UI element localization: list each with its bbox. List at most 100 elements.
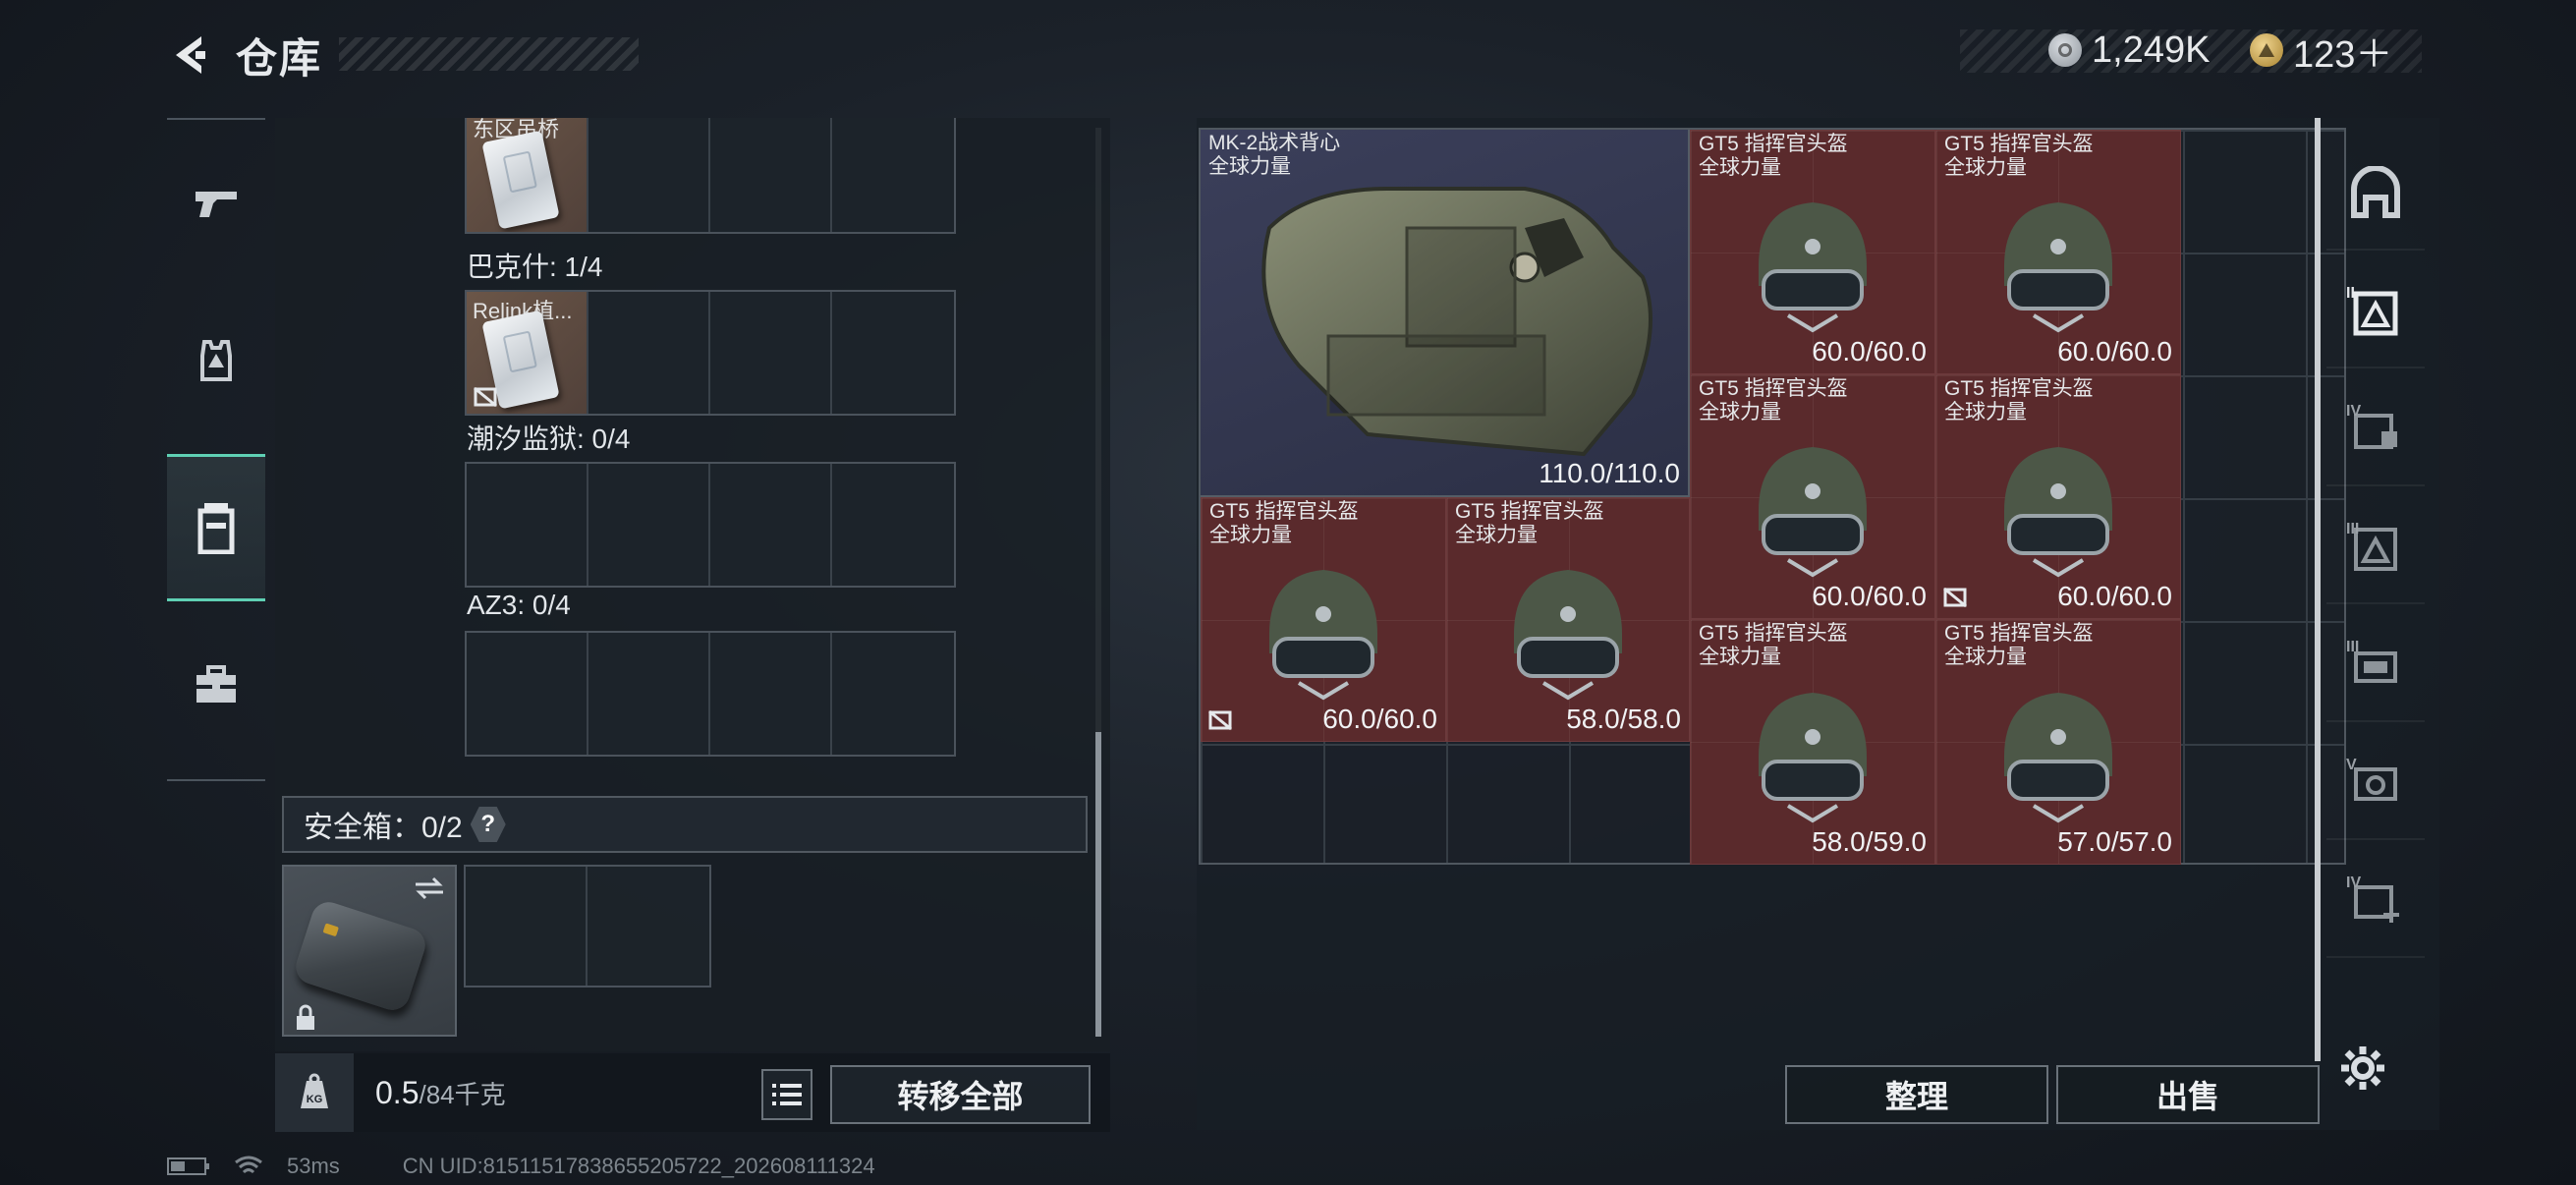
helmet-item[interactable]: GT5 指挥官头盔 全球力量 60.0/60.0: [1935, 374, 2181, 619]
helmet-item[interactable]: GT5 指挥官头盔 全球力量 60.0/60.0: [1690, 130, 1935, 374]
safe-case-icon: [291, 897, 430, 1015]
safebox-item[interactable]: [282, 865, 457, 1037]
safebox-slots: [464, 865, 711, 988]
keycard-icon: [481, 130, 560, 230]
silver-currency[interactable]: 1,249K: [2048, 28, 2210, 73]
tactical-vest-icon: [1261, 187, 1652, 457]
rail-armor[interactable]: [167, 287, 265, 434]
no-insure-icon: [1943, 587, 1967, 608]
rail-backpack[interactable]: [167, 454, 265, 601]
keycard-item[interactable]: 东区吊桥: [467, 118, 588, 232]
status-bar: 53ms CN UID:8151151783865520572​2_202608…: [167, 1152, 875, 1181]
stash-page-4[interactable]: III: [2326, 491, 2425, 604]
safebox-label: 安全箱：0/2: [304, 812, 463, 844]
item-name: GT5 指挥官头盔 全球力量: [1699, 133, 1848, 179]
empty-slot[interactable]: [710, 118, 832, 232]
vest-item[interactable]: MK-2战术背心 全球力量 110.0/110.0: [1201, 130, 1690, 497]
stash-grid: MK-2战术背心 全球力量 110.0/110.0 GT5 指挥官头盔 全球力量 6…: [1199, 128, 2346, 865]
stash-page-rail: II IV III III V IV: [2315, 118, 2425, 1061]
item-durability: 110.0/110.0: [1539, 458, 1680, 488]
empty-slot[interactable]: [467, 633, 588, 755]
empty-slot[interactable]: [467, 464, 588, 586]
svg-text:KG: KG: [307, 1094, 323, 1105]
container-list: 东区吊桥 巴克什: 1/4 Relink植... 潮汐监狱: 0/4 AZ3: …: [275, 118, 1110, 786]
helmet-item[interactable]: GT5 指挥官头盔 全球力量 60.0/60.0: [1935, 130, 2181, 374]
helmet-item[interactable]: GT5 指挥官头盔 全球力量 58.0/59.0: [1690, 619, 1935, 865]
stash-page-5[interactable]: III: [2326, 609, 2425, 722]
empty-slot[interactable]: [710, 633, 832, 755]
container-grid-2: Relink植...: [465, 290, 956, 416]
rail-case[interactable]: [167, 611, 265, 759]
item-durability: 60.0/60.0: [2057, 336, 2172, 367]
stash-box-icon: [2353, 291, 2398, 335]
stash-page-2[interactable]: II: [2326, 255, 2425, 368]
swap-icon: [416, 876, 443, 900]
gold-coin-icon: [2250, 33, 2283, 67]
empty-slot[interactable]: [588, 633, 710, 755]
no-insure-icon: [474, 386, 497, 408]
empty-slot[interactable]: [588, 464, 710, 586]
stash-page-3[interactable]: IV: [2326, 373, 2425, 486]
gold-currency[interactable]: 123＋: [2250, 28, 2392, 76]
item-durability: 60.0/60.0: [1812, 336, 1927, 367]
empty-slot[interactable]: [466, 867, 588, 986]
empty-slot[interactable]: [832, 292, 954, 414]
container-name: 潮汐监狱: 0/4: [467, 423, 631, 454]
backpack-icon: [197, 503, 235, 554]
safehouse-icon: [2351, 165, 2400, 218]
sell-button[interactable]: 出售: [2056, 1065, 2320, 1124]
container-grid-3: [465, 462, 956, 588]
stash-page-6[interactable]: V: [2326, 727, 2425, 840]
rail-weapons[interactable]: [167, 130, 265, 277]
empty-slot[interactable]: [588, 118, 710, 232]
title-decoration: [339, 37, 639, 71]
item-name: GT5 指挥官头盔 全球力量: [1699, 377, 1848, 423]
ping-text: 53ms: [287, 1154, 340, 1178]
list-icon: [772, 1084, 802, 1105]
helmet-rig-icon: [200, 340, 232, 381]
back-arrow-icon[interactable]: [167, 31, 214, 79]
header: 仓库: [167, 28, 322, 83]
helmet-icon: [1759, 447, 1867, 578]
item-name: GT5 指挥官头盔 全球力量: [1455, 500, 1604, 546]
helmet-item[interactable]: GT5 指挥官头盔 全球力量 60.0/60.0: [1201, 497, 1446, 742]
item-durability: 57.0/57.0: [2057, 826, 2172, 857]
helmet-icon: [1759, 692, 1867, 823]
item-name: GT5 指挥官头盔 全球力量: [1699, 622, 1848, 668]
empty-slot[interactable]: [832, 633, 954, 755]
item-name: MK-2战术背心 全球力量: [1208, 132, 1341, 178]
list-view-button[interactable]: [761, 1069, 812, 1120]
uid-text: CN UID:8151151783865520572​2_20260811132…: [402, 1154, 875, 1178]
stash-page-home[interactable]: [2326, 138, 2425, 251]
sort-button[interactable]: 整理: [1785, 1065, 2048, 1124]
keycard-item[interactable]: Relink植...: [467, 292, 588, 414]
helmet-item[interactable]: GT5 指挥官头盔 全球力量 58.0/58.0: [1446, 497, 1690, 742]
item-name: GT5 指挥官头盔 全球力量: [1944, 622, 2094, 668]
helmet-item[interactable]: GT5 指挥官头盔 全球力量 57.0/57.0: [1935, 619, 2181, 865]
empty-slot[interactable]: [588, 292, 710, 414]
container-grid-1: 东区吊桥: [465, 118, 956, 234]
briefcase-icon: [196, 665, 236, 703]
lock-icon: [297, 1004, 314, 1030]
stash-page-7[interactable]: IV: [2326, 845, 2425, 958]
helmet-icon: [2004, 447, 2112, 578]
helmet-icon: [1514, 570, 1622, 701]
pistol-icon: [196, 192, 237, 217]
empty-slot[interactable]: [832, 118, 954, 232]
page-title: 仓库: [236, 34, 323, 82]
helmet-item[interactable]: GT5 指挥官头盔 全球力量 60.0/60.0: [1690, 374, 1935, 619]
container-grid-4: [465, 631, 956, 757]
silver-coin-icon: [2048, 33, 2082, 67]
transfer-all-button[interactable]: 转移全部: [830, 1065, 1091, 1124]
settings-gear-icon[interactable]: [2338, 1044, 2387, 1093]
help-icon[interactable]: ?: [470, 807, 506, 842]
empty-slot[interactable]: [588, 867, 709, 986]
item-durability: 60.0/60.0: [1812, 581, 1927, 611]
empty-slot[interactable]: [710, 464, 832, 586]
empty-slot[interactable]: [832, 464, 954, 586]
empty-slot[interactable]: [710, 292, 832, 414]
safebox-header: 安全箱：0/2 ?: [282, 796, 1088, 853]
wifi-icon: [235, 1156, 262, 1174]
helmet-icon: [2004, 692, 2112, 823]
category-rail: [167, 118, 265, 781]
